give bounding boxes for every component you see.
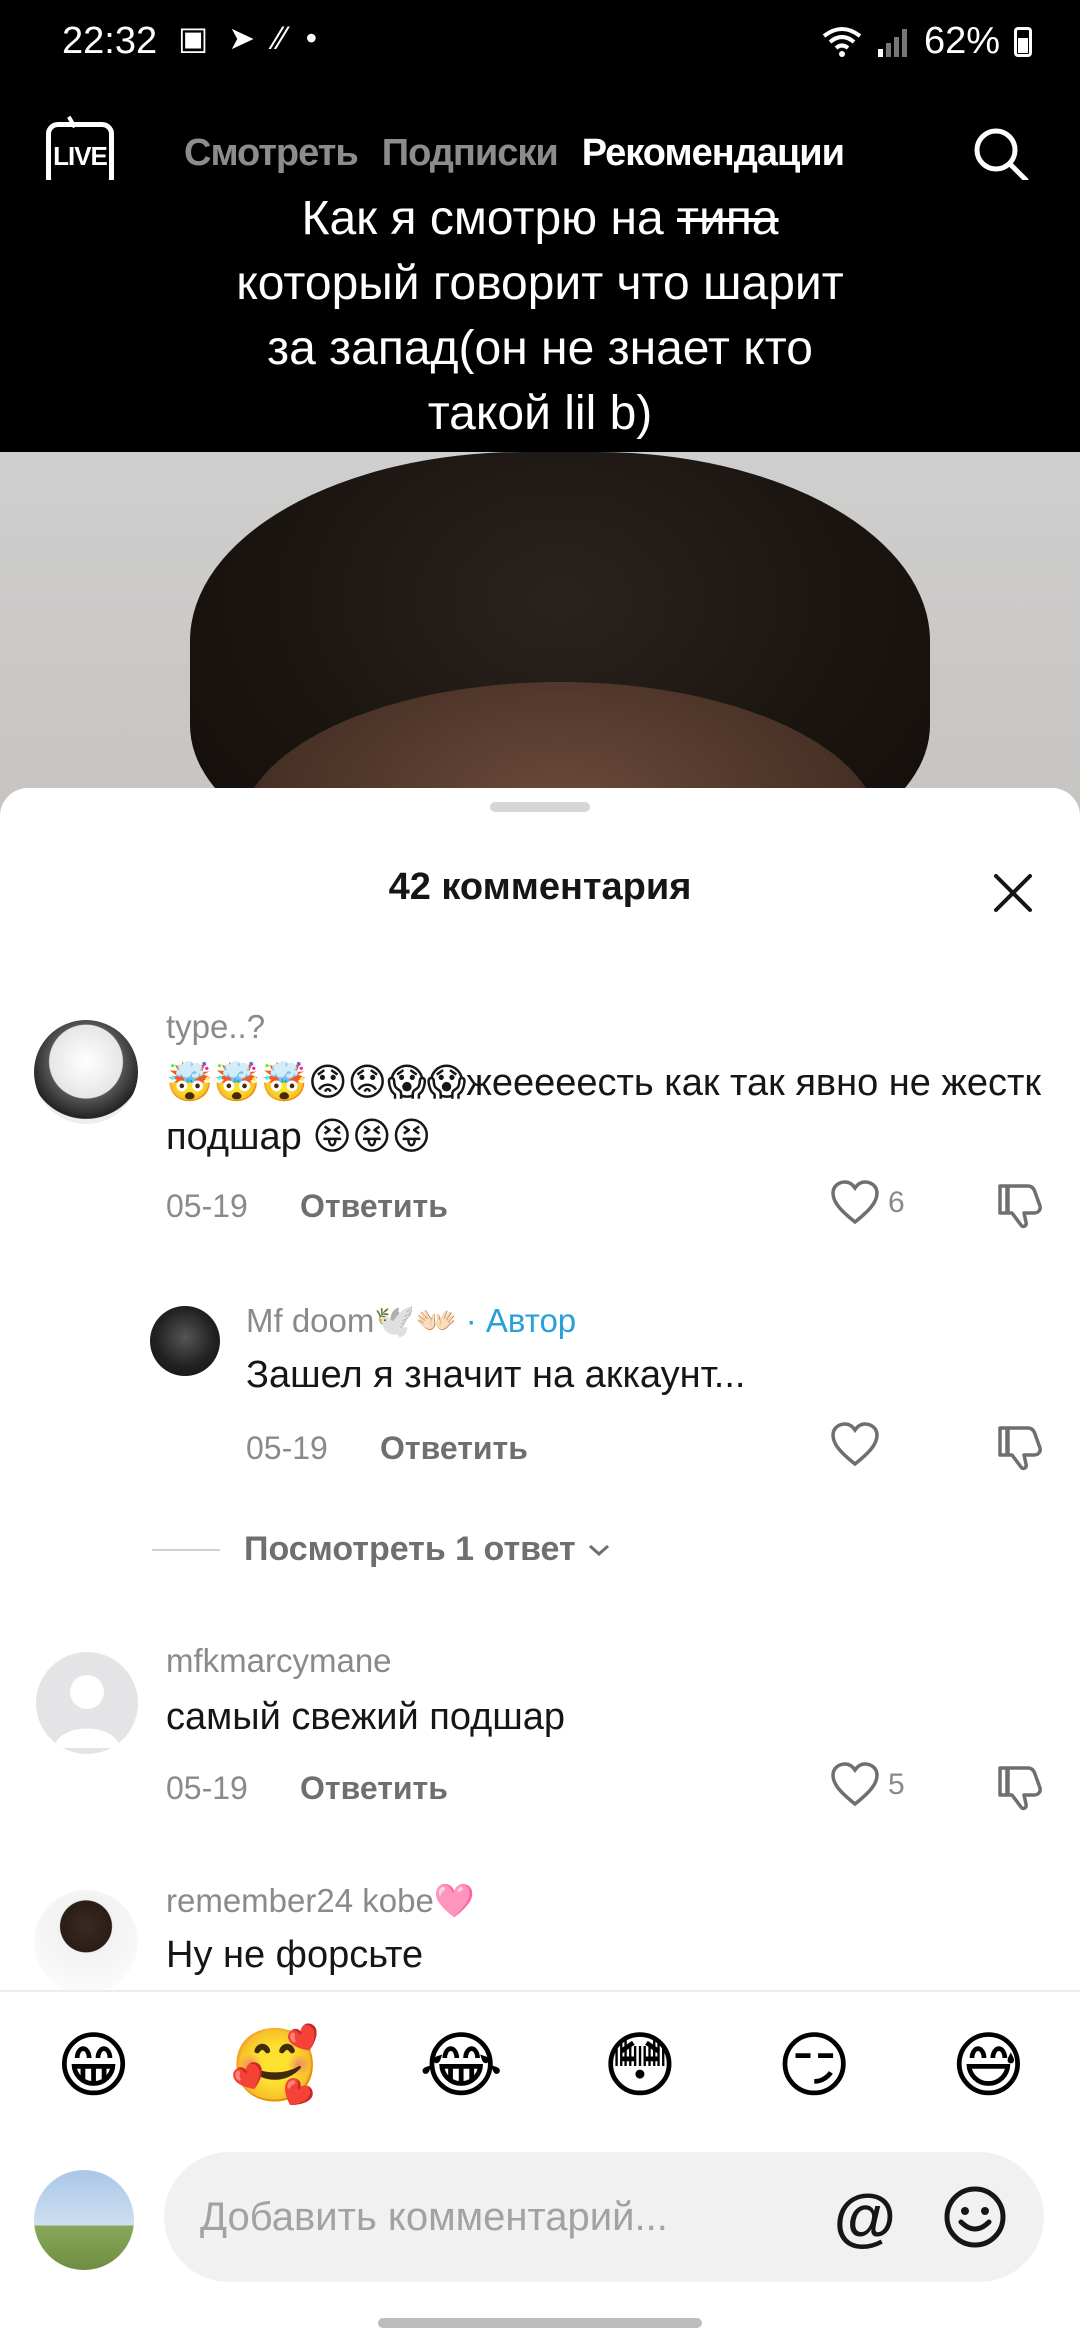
- gallery-icon: ▣: [178, 20, 209, 56]
- comment-text: Ну не форсьте: [166, 1934, 424, 1976]
- divider: [152, 1548, 220, 1551]
- comments-count-title: 42 комментария: [388, 866, 692, 908]
- status-bar: 22:32 ▣ ➤ ⁄⁄ • 62%: [0, 0, 1080, 90]
- heart-icon: [831, 1762, 879, 1807]
- comment-username[interactable]: type..?: [166, 1008, 265, 1046]
- comment-text: самый свежий подшар: [166, 1696, 566, 1738]
- emoji-flushed-button[interactable]: 😳: [602, 2026, 677, 2106]
- view-replies-button[interactable]: Посмотреть 1 ответ: [152, 1530, 612, 1569]
- dislike-icon[interactable]: [994, 1762, 1044, 1812]
- mention-icon[interactable]: @: [834, 2182, 896, 2252]
- view-replies-label: Посмотреть 1 ответ: [244, 1530, 576, 1568]
- comment-input-wrapper[interactable]: @: [164, 2152, 1044, 2282]
- status-left-icons: ▣ ➤ ⁄⁄ •: [178, 22, 317, 54]
- dislike-icon[interactable]: [994, 1180, 1044, 1230]
- comment-composer: 😁 🥰 😂 😳 😏 😅 @: [0, 1990, 1080, 2340]
- telegram-icon: ➤: [228, 20, 256, 56]
- reply-username-text: Mf doom🕊️👐🏻: [246, 1302, 457, 1339]
- sheet-grabber[interactable]: [490, 802, 590, 812]
- like-button[interactable]: 5: [830, 1762, 905, 1808]
- video-caption: Как я смотрю на типа который говорит что…: [0, 180, 1080, 452]
- like-button[interactable]: [830, 1422, 880, 1468]
- close-icon[interactable]: [988, 868, 1038, 918]
- quick-emoji-row: 😁 🥰 😂 😳 😏 😅: [56, 2026, 1026, 2106]
- caption-strike: типа: [677, 192, 779, 245]
- notification-dot-icon: •: [305, 20, 317, 56]
- comment-username[interactable]: remember24 kobe🩷: [166, 1882, 475, 1921]
- caption-text-2: который говорит что шарит за запад(он не…: [236, 257, 844, 440]
- reply-date: 05-19: [246, 1430, 328, 1466]
- tab-for-you[interactable]: Рекомендации: [582, 132, 845, 175]
- emoji-smirk-button[interactable]: 😏: [777, 2026, 852, 2106]
- like-button[interactable]: 6: [830, 1180, 905, 1226]
- reply-button[interactable]: Ответить: [300, 1770, 448, 1807]
- default-avatar-icon: [54, 1675, 120, 1748]
- avatar[interactable]: [34, 1020, 138, 1124]
- comment-date: 05-19: [166, 1188, 248, 1224]
- heart-icon: [831, 1180, 879, 1225]
- feed-tabs: Смотреть Подписки Рекомендации: [184, 132, 845, 175]
- comment-text: 🤯🤯🤯😟😟😱😱жееееесть как так явно не жестк п…: [166, 1062, 1042, 1158]
- battery-text: 62%: [923, 20, 1000, 62]
- tab-following[interactable]: Подписки: [382, 132, 559, 175]
- author-badge: · Автор: [456, 1302, 577, 1339]
- emoji-joy-button[interactable]: 😂: [419, 2026, 503, 2106]
- reply-text: Зашел я значит на аккаунт...: [246, 1354, 746, 1396]
- status-right: 62%: [822, 20, 1032, 63]
- comment-username[interactable]: mfkmarcymane: [166, 1642, 392, 1680]
- chevron-down-icon: [588, 1544, 609, 1556]
- roaming-signal-icon: [877, 28, 907, 57]
- battery-icon: [1014, 26, 1032, 57]
- live-label: LIVE: [53, 140, 108, 171]
- status-time: 22:32: [62, 20, 158, 62]
- tab-watch[interactable]: Смотреть: [184, 132, 359, 175]
- reply-username[interactable]: Mf doom🕊️👐🏻 · Автор: [246, 1302, 576, 1341]
- comment-date: 05-19: [166, 1770, 248, 1806]
- dislike-icon[interactable]: [994, 1422, 1044, 1472]
- reply-button[interactable]: Ответить: [380, 1430, 528, 1467]
- like-count: 6: [888, 1186, 905, 1219]
- network-activity-icon: ⁄⁄: [275, 20, 286, 56]
- my-avatar[interactable]: [34, 2170, 134, 2270]
- avatar[interactable]: [150, 1306, 220, 1376]
- emoji-hearts-button[interactable]: 🥰: [230, 2026, 320, 2106]
- emoji-grin-button[interactable]: 😁: [56, 2026, 131, 2106]
- emoji-sweat-smile-button[interactable]: 😅: [951, 2026, 1026, 2106]
- avatar[interactable]: [36, 1652, 138, 1754]
- emoji-picker-icon[interactable]: [942, 2184, 1008, 2250]
- reply-button[interactable]: Ответить: [300, 1188, 448, 1225]
- search-icon[interactable]: [970, 124, 1030, 184]
- home-indicator[interactable]: [378, 2318, 702, 2328]
- avatar[interactable]: [34, 1890, 138, 1994]
- heart-icon: [831, 1422, 879, 1467]
- like-count: 5: [888, 1768, 905, 1801]
- caption-text-1: Как я смотрю на: [301, 192, 678, 245]
- wifi-icon: [822, 26, 862, 57]
- comment-input[interactable]: [200, 2152, 840, 2282]
